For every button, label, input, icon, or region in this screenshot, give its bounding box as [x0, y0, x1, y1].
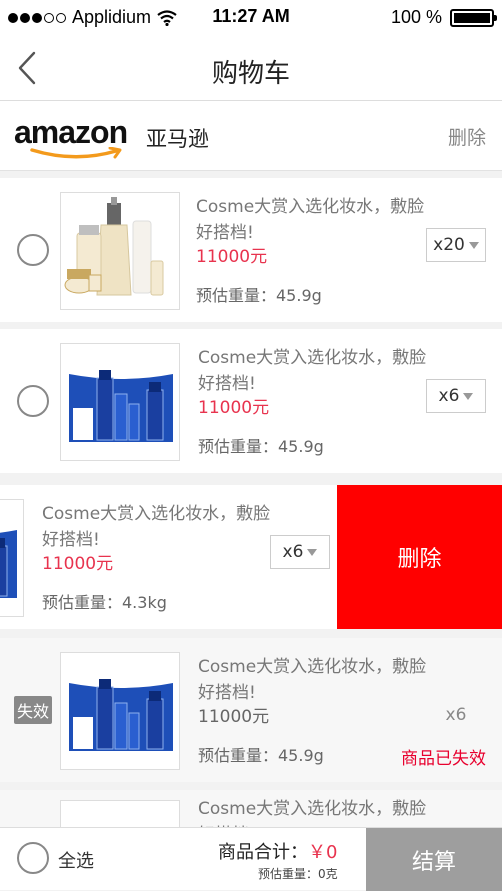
quantity-value: x6: [445, 705, 467, 725]
caret-down-icon: [463, 392, 474, 400]
select-all-label[interactable]: 全选: [58, 847, 94, 873]
caret-down-icon: [468, 241, 479, 249]
product-weight: 预估重量：45.9g: [198, 437, 324, 456]
quantity-value: x6: [438, 386, 460, 406]
quantity-dropdown[interactable]: x6: [426, 379, 486, 413]
total-amount: ￥0: [308, 842, 338, 863]
cart-item: Cosme大赏入选化妆水，敷脸好搭档! 11000元 预估重量：45.9g x2…: [0, 178, 502, 322]
store-header: amazon 亚马逊 删除: [0, 101, 502, 171]
product-price: 11000元: [42, 554, 114, 574]
product-name: Cosme大赏入选化妆水，敷脸好搭档!: [198, 657, 427, 703]
quantity-dropdown[interactable]: x20: [426, 228, 486, 262]
checkout-button[interactable]: 结算: [366, 828, 502, 891]
amazon-logo: amazon: [14, 116, 138, 161]
battery-percent: 100 %: [390, 7, 442, 27]
quantity-value: x6: [282, 542, 304, 562]
product-image[interactable]: [0, 499, 24, 617]
select-all-radio[interactable]: [17, 842, 49, 874]
quantity-dropdown[interactable]: x6: [270, 535, 330, 569]
item-select-radio[interactable]: [17, 234, 49, 266]
swipe-delete-button[interactable]: 删除: [337, 485, 502, 629]
product-image[interactable]: [60, 343, 180, 461]
quantity-value: x20: [433, 235, 465, 255]
cart-footer: 全选 商品合计：￥0 预估重量：0克 结算: [0, 827, 502, 891]
product-price: 11000元: [196, 247, 268, 267]
cart-item: Cosme大赏入选化妆水，敷脸好搭档!: [0, 790, 502, 827]
product-image[interactable]: [60, 652, 180, 770]
product-weight: 预估重量：4.3kg: [42, 593, 167, 612]
store-name: 亚马逊: [146, 127, 209, 151]
nav-bar: 购物车: [0, 34, 502, 101]
page-title: 购物车: [211, 59, 290, 89]
store-delete-button[interactable]: 删除: [448, 123, 486, 150]
product-image[interactable]: [60, 192, 180, 310]
cart-item-invalid: 失效 Cosme大赏入选化妆水，敷脸好搭档! 11000元 预估重量：45.9g…: [0, 638, 502, 782]
cart-item-swiped[interactable]: Cosme大赏入选化妆水，敷脸好搭档! 11000元 预估重量：4.3kg x6…: [0, 485, 502, 629]
product-name: Cosme大赏入选化妆水，敷脸好搭档!: [42, 504, 271, 550]
product-price: 11000元: [198, 398, 270, 418]
product-price: 11000元: [198, 707, 270, 727]
cart-item: Cosme大赏入选化妆水，敷脸好搭档! 11000元 预估重量：45.9g x6: [0, 329, 502, 473]
total-label: 商品合计：: [218, 842, 308, 863]
item-select-radio[interactable]: [17, 385, 49, 417]
product-name: Cosme大赏入选化妆水，敷脸好搭档!: [196, 197, 425, 243]
product-weight: 预估重量：45.9g: [196, 286, 322, 305]
invalid-badge: 失效: [14, 696, 53, 724]
total-weight: 预估重量：0克: [258, 867, 338, 881]
invalid-status-label: 商品已失效: [401, 749, 486, 769]
product-weight: 预估重量：45.9g: [198, 746, 324, 765]
total-summary: 商品合计：￥0: [218, 838, 337, 864]
battery-icon: [450, 8, 497, 27]
product-name: Cosme大赏入选化妆水，敷脸好搭档!: [198, 348, 427, 394]
product-name: Cosme大赏入选化妆水，敷脸好搭档!: [198, 799, 427, 827]
caret-down-icon: [307, 548, 318, 556]
status-bar: Applidium 11:27 AM 100 %: [0, 0, 502, 34]
product-image[interactable]: [60, 800, 180, 827]
